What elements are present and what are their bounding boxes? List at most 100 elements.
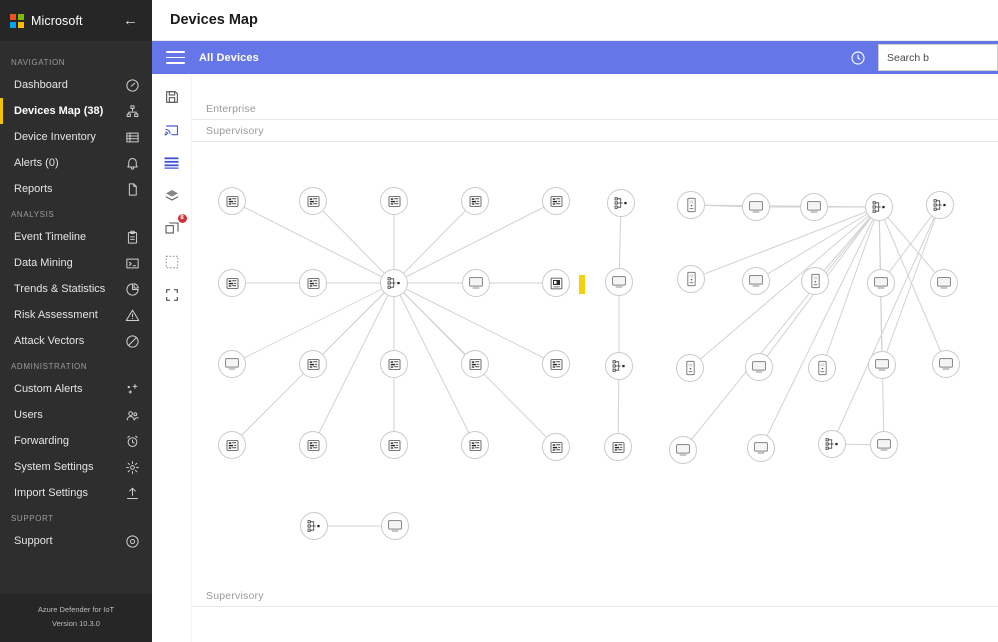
save-icon[interactable] — [161, 86, 183, 108]
sidebar-item-attack-vectors[interactable]: Attack Vectors — [0, 328, 152, 354]
sidebar-item-label: Risk Assessment — [14, 309, 98, 321]
device-node-server[interactable] — [801, 267, 829, 295]
sidebar-section-title: ADMINISTRATION — [11, 362, 88, 371]
product-version: Version 10.3.0 — [52, 618, 100, 628]
device-node-monitor[interactable] — [745, 353, 773, 381]
sidebar-item-label: Alerts (0) — [14, 157, 59, 169]
sidebar-item-label: Import Settings — [14, 487, 88, 499]
document-icon — [124, 181, 140, 197]
sidebar-item-label: Devices Map (38) — [14, 105, 104, 117]
device-node-plc[interactable] — [299, 431, 327, 459]
device-node-monitor[interactable] — [930, 269, 958, 297]
device-node-monitor[interactable] — [669, 436, 697, 464]
device-node-server[interactable] — [676, 354, 704, 382]
gear-icon — [124, 459, 140, 475]
device-node-plc[interactable] — [299, 187, 327, 215]
device-node-plc[interactable] — [380, 350, 408, 378]
back-arrow-icon[interactable]: ← — [123, 13, 138, 28]
device-node-plc[interactable] — [299, 350, 327, 378]
zone-divider — [192, 606, 998, 607]
device-node-monitor[interactable] — [932, 350, 960, 378]
sidebar-item-label: Reports — [14, 183, 53, 195]
hamburger-icon[interactable] — [166, 51, 185, 64]
device-node-plc[interactable] — [380, 431, 408, 459]
device-node-monitor[interactable] — [870, 431, 898, 459]
device-node-switch[interactable] — [605, 352, 633, 380]
sidebar-item-label: Event Timeline — [14, 231, 87, 243]
device-node-plc[interactable] — [542, 433, 570, 461]
main-area: Devices Map All Devices Search b 8 Enter… — [152, 0, 998, 642]
sidebar-item-trends-statistics[interactable]: Trends & Statistics — [0, 276, 152, 302]
brand-name: Microsoft — [31, 13, 83, 28]
device-node-switch[interactable] — [380, 269, 408, 297]
sidebar-section-title: NAVIGATION — [11, 58, 66, 67]
toolbar-title: All Devices — [199, 51, 259, 64]
device-node-monitor[interactable] — [742, 193, 770, 221]
device-node-plc[interactable] — [299, 269, 327, 297]
fullscreen-icon[interactable] — [161, 284, 183, 306]
device-node-monitor[interactable] — [747, 434, 775, 462]
sidebar-item-event-timeline[interactable]: Event Timeline — [0, 224, 152, 250]
device-node-server[interactable] — [808, 354, 836, 382]
devices-map-canvas[interactable]: Enterprise Supervisory Supervisory — [192, 74, 998, 642]
device-node-plc[interactable] — [380, 187, 408, 215]
notifications-overlay-icon[interactable]: 8 — [161, 214, 187, 240]
marquee-select-icon[interactable] — [161, 251, 183, 273]
device-node-switch[interactable] — [926, 191, 954, 219]
device-node-plc[interactable] — [542, 350, 570, 378]
device-node-switch[interactable] — [818, 430, 846, 458]
cast-icon[interactable] — [161, 119, 183, 141]
device-node-plc[interactable] — [218, 269, 246, 297]
device-node-monitor[interactable] — [605, 268, 633, 296]
device-node-monitor[interactable] — [218, 350, 246, 378]
sidebar-item-import-settings[interactable]: Import Settings — [0, 480, 152, 506]
sidebar-item-label: System Settings — [14, 461, 94, 473]
sparkle-icon — [124, 381, 140, 397]
device-node-server[interactable] — [677, 265, 705, 293]
device-node-hmi[interactable] — [542, 269, 570, 297]
device-node-server[interactable] — [677, 191, 705, 219]
sidebar-item-alerts-0[interactable]: Alerts (0) — [0, 150, 152, 176]
device-node-monitor[interactable] — [867, 269, 895, 297]
table-list-icon — [124, 129, 140, 145]
bell-icon — [124, 155, 140, 171]
map-tool-rail: 8 — [152, 74, 192, 642]
device-node-switch[interactable] — [300, 512, 328, 540]
device-node-plc[interactable] — [461, 350, 489, 378]
search-input[interactable]: Search b — [878, 44, 998, 71]
device-node-plc[interactable] — [604, 433, 632, 461]
zone-label: Enterprise — [206, 103, 256, 115]
sidebar-item-devices-map-38[interactable]: Devices Map (38) — [0, 98, 152, 124]
device-alert-marker[interactable] — [579, 275, 585, 294]
device-node-monitor[interactable] — [868, 351, 896, 379]
clock-icon[interactable] — [845, 45, 871, 71]
sidebar-item-dashboard[interactable]: Dashboard — [0, 72, 152, 98]
sidebar-item-reports[interactable]: Reports — [0, 176, 152, 202]
device-node-plc[interactable] — [218, 187, 246, 215]
zone-label: Supervisory — [206, 125, 264, 137]
sidebar-item-device-inventory[interactable]: Device Inventory — [0, 124, 152, 150]
map-toolbar: All Devices Search b — [152, 41, 998, 74]
device-node-plc[interactable] — [218, 431, 246, 459]
sidebar-item-risk-assessment[interactable]: Risk Assessment — [0, 302, 152, 328]
device-node-monitor[interactable] — [800, 193, 828, 221]
device-node-monitor[interactable] — [381, 512, 409, 540]
device-node-switch[interactable] — [607, 189, 635, 217]
device-node-plc[interactable] — [542, 187, 570, 215]
sidebar-item-label: Data Mining — [14, 257, 73, 269]
layers-stack-icon[interactable] — [161, 185, 183, 207]
sidebar-item-support[interactable]: Support — [0, 528, 152, 554]
device-node-monitor[interactable] — [462, 269, 490, 297]
layers-list-icon[interactable] — [161, 152, 183, 174]
device-node-monitor[interactable] — [742, 267, 770, 295]
sidebar-item-data-mining[interactable]: Data Mining — [0, 250, 152, 276]
toolbar-right: Search b — [845, 41, 998, 74]
sidebar: Microsoft ← NAVIGATION Dashboard Devices M… — [0, 0, 152, 642]
sidebar-item-forwarding[interactable]: Forwarding — [0, 428, 152, 454]
sidebar-item-users[interactable]: Users — [0, 402, 152, 428]
sidebar-item-custom-alerts[interactable]: Custom Alerts — [0, 376, 152, 402]
device-node-plc[interactable] — [461, 431, 489, 459]
device-node-switch[interactable] — [865, 193, 893, 221]
sidebar-item-system-settings[interactable]: System Settings — [0, 454, 152, 480]
device-node-plc[interactable] — [461, 187, 489, 215]
